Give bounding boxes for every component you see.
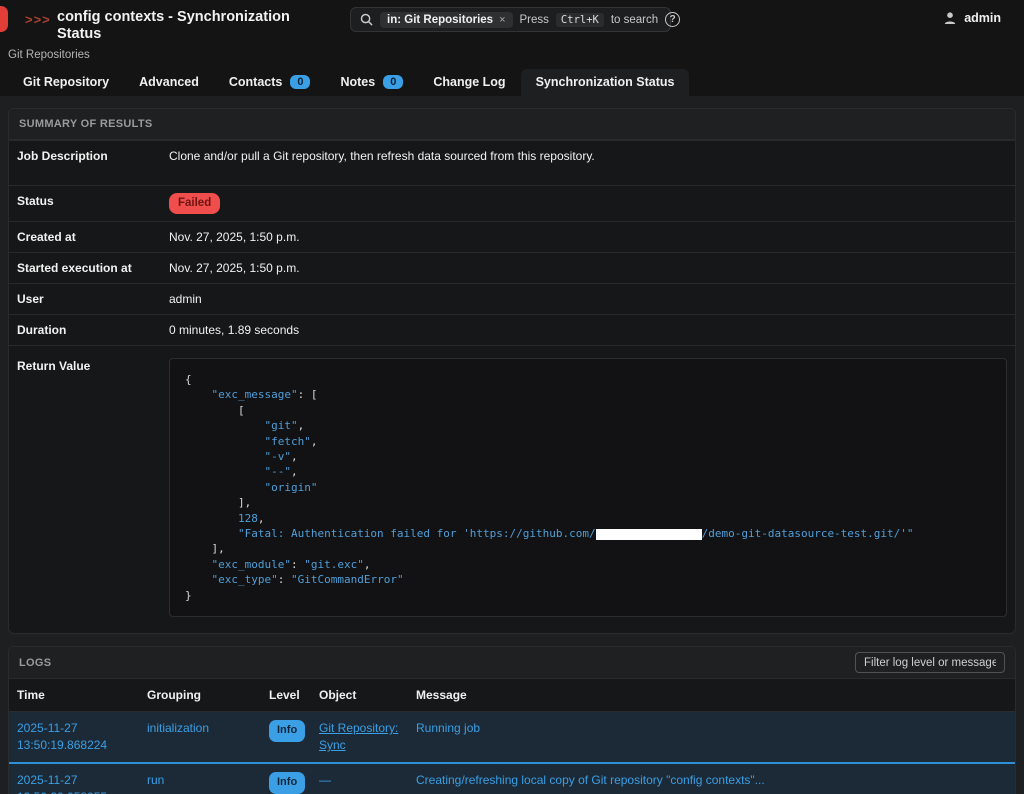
user-icon (943, 11, 957, 25)
tab-label: Contacts (229, 75, 282, 89)
user-value: admin (169, 291, 1007, 307)
tab-synchronization-status[interactable]: Synchronization Status (521, 69, 690, 96)
global-search[interactable]: in: Git Repositories × Press Ctrl+K to s… (350, 7, 671, 32)
tab-bar: Git Repository Advanced Contacts 0 Notes… (8, 69, 689, 96)
return-value-label: Return Value (17, 358, 169, 617)
tab-label: Notes (340, 75, 375, 89)
row-started-execution: Started execution at Nov. 27, 2025, 1:50… (9, 252, 1015, 283)
log-filter-input[interactable] (855, 652, 1005, 673)
user-name: admin (964, 11, 1001, 25)
page-title-line2: Status (57, 26, 297, 43)
log-time[interactable]: 2025-11-27 13:50:19.868224 (9, 712, 139, 764)
logs-panel-header: LOGS (9, 647, 1015, 679)
tab-change-log[interactable]: Change Log (418, 69, 520, 96)
search-scope-chip[interactable]: in: Git Repositories × (380, 12, 513, 28)
created-at-label: Created at (17, 229, 169, 245)
user-label: User (17, 291, 169, 307)
row-duration: Duration 0 minutes, 1.89 seconds (9, 314, 1015, 345)
col-header-level: Level (261, 679, 311, 712)
log-level-badge: Info (269, 720, 305, 742)
contacts-count-badge: 0 (290, 75, 310, 89)
created-at-value: Nov. 27, 2025, 1:50 p.m. (169, 229, 1007, 245)
job-description-value: Clone and/or pull a Git repository, then… (169, 148, 1007, 164)
log-grouping: run (139, 763, 261, 794)
col-header-object: Object (311, 679, 408, 712)
log-grouping: initialization (139, 712, 261, 764)
return-value-code: { "exc_message": [ [ "git", "fetch", "-v… (169, 358, 1007, 617)
logs-table: Time Grouping Level Object Message 2025-… (9, 679, 1015, 794)
search-hint-suffix: to search (611, 14, 658, 26)
tab-notes[interactable]: Notes 0 (325, 69, 418, 96)
tab-contacts[interactable]: Contacts 0 (214, 69, 326, 96)
breadcrumb[interactable]: Git Repositories (8, 49, 90, 61)
logs-panel-title: LOGS (19, 657, 51, 669)
log-message: Running job (408, 712, 1015, 764)
log-message: Creating/refreshing local copy of Git re… (408, 763, 1015, 794)
started-execution-label: Started execution at (17, 260, 169, 276)
col-header-time: Time (9, 679, 139, 712)
redacted-block (596, 529, 702, 540)
status-label: Status (17, 193, 169, 214)
page-title-line1: config contexts - Synchronization (57, 9, 297, 26)
col-header-message: Message (408, 679, 1015, 712)
chevrons-icon: >>> (25, 12, 51, 27)
tab-advanced[interactable]: Advanced (124, 69, 214, 96)
log-time[interactable]: 2025-11-27 13:50:20.058955 (9, 763, 139, 794)
log-level-badge: Info (269, 772, 305, 794)
row-user: User admin (9, 283, 1015, 314)
log-time-clock: 13:50:20.058955 (17, 789, 131, 794)
log-row-run: 2025-11-27 13:50:20.058955 run Info — Cr… (9, 763, 1015, 794)
top-header: >>> config contexts - Synchronization St… (0, 0, 1024, 96)
summary-panel-title: SUMMARY OF RESULTS (9, 109, 1015, 140)
log-time-date: 2025-11-27 (17, 720, 131, 737)
status-badge: Failed (169, 193, 220, 214)
user-menu[interactable]: admin (943, 11, 1001, 25)
logs-table-header-row: Time Grouping Level Object Message (9, 679, 1015, 712)
duration-label: Duration (17, 322, 169, 338)
row-return-value: Return Value { "exc_message": [ [ "git",… (9, 345, 1015, 633)
tab-label: Advanced (139, 75, 199, 89)
chip-close-icon[interactable]: × (499, 14, 505, 26)
log-time-clock: 13:50:19.868224 (17, 737, 131, 754)
tab-git-repository[interactable]: Git Repository (8, 69, 124, 96)
log-row-initialization: 2025-11-27 13:50:19.868224 initializatio… (9, 712, 1015, 764)
row-job-description: Job Description Clone and/or pull a Git … (9, 140, 1015, 185)
log-time-date: 2025-11-27 (17, 772, 131, 789)
job-description-label: Job Description (17, 148, 169, 164)
main-content: SUMMARY OF RESULTS Job Description Clone… (0, 96, 1024, 794)
search-icon (360, 13, 373, 26)
help-icon[interactable]: ? (665, 12, 680, 27)
page-title: config contexts - Synchronization Status (57, 9, 297, 42)
col-header-grouping: Grouping (139, 679, 261, 712)
tab-label: Git Repository (23, 75, 109, 89)
tab-label: Synchronization Status (536, 75, 675, 89)
started-execution-value: Nov. 27, 2025, 1:50 p.m. (169, 260, 1007, 276)
row-status: Status Failed (9, 185, 1015, 221)
notes-count-badge: 0 (383, 75, 403, 89)
tab-label: Change Log (433, 75, 505, 89)
search-scope-label: in: Git Repositories (387, 14, 493, 26)
logs-panel: LOGS Time Grouping Level Object Message … (8, 646, 1016, 794)
ctrl-k-kbd: Ctrl+K (556, 13, 604, 27)
duration-value: 0 minutes, 1.89 seconds (169, 322, 1007, 338)
log-object-link[interactable]: Git Repository: Sync (319, 721, 398, 752)
log-object-empty: — (311, 763, 408, 794)
search-hint-press: Press (520, 14, 549, 26)
summary-panel: SUMMARY OF RESULTS Job Description Clone… (8, 108, 1016, 634)
row-created-at: Created at Nov. 27, 2025, 1:50 p.m. (9, 221, 1015, 252)
brand-logo (0, 6, 8, 32)
